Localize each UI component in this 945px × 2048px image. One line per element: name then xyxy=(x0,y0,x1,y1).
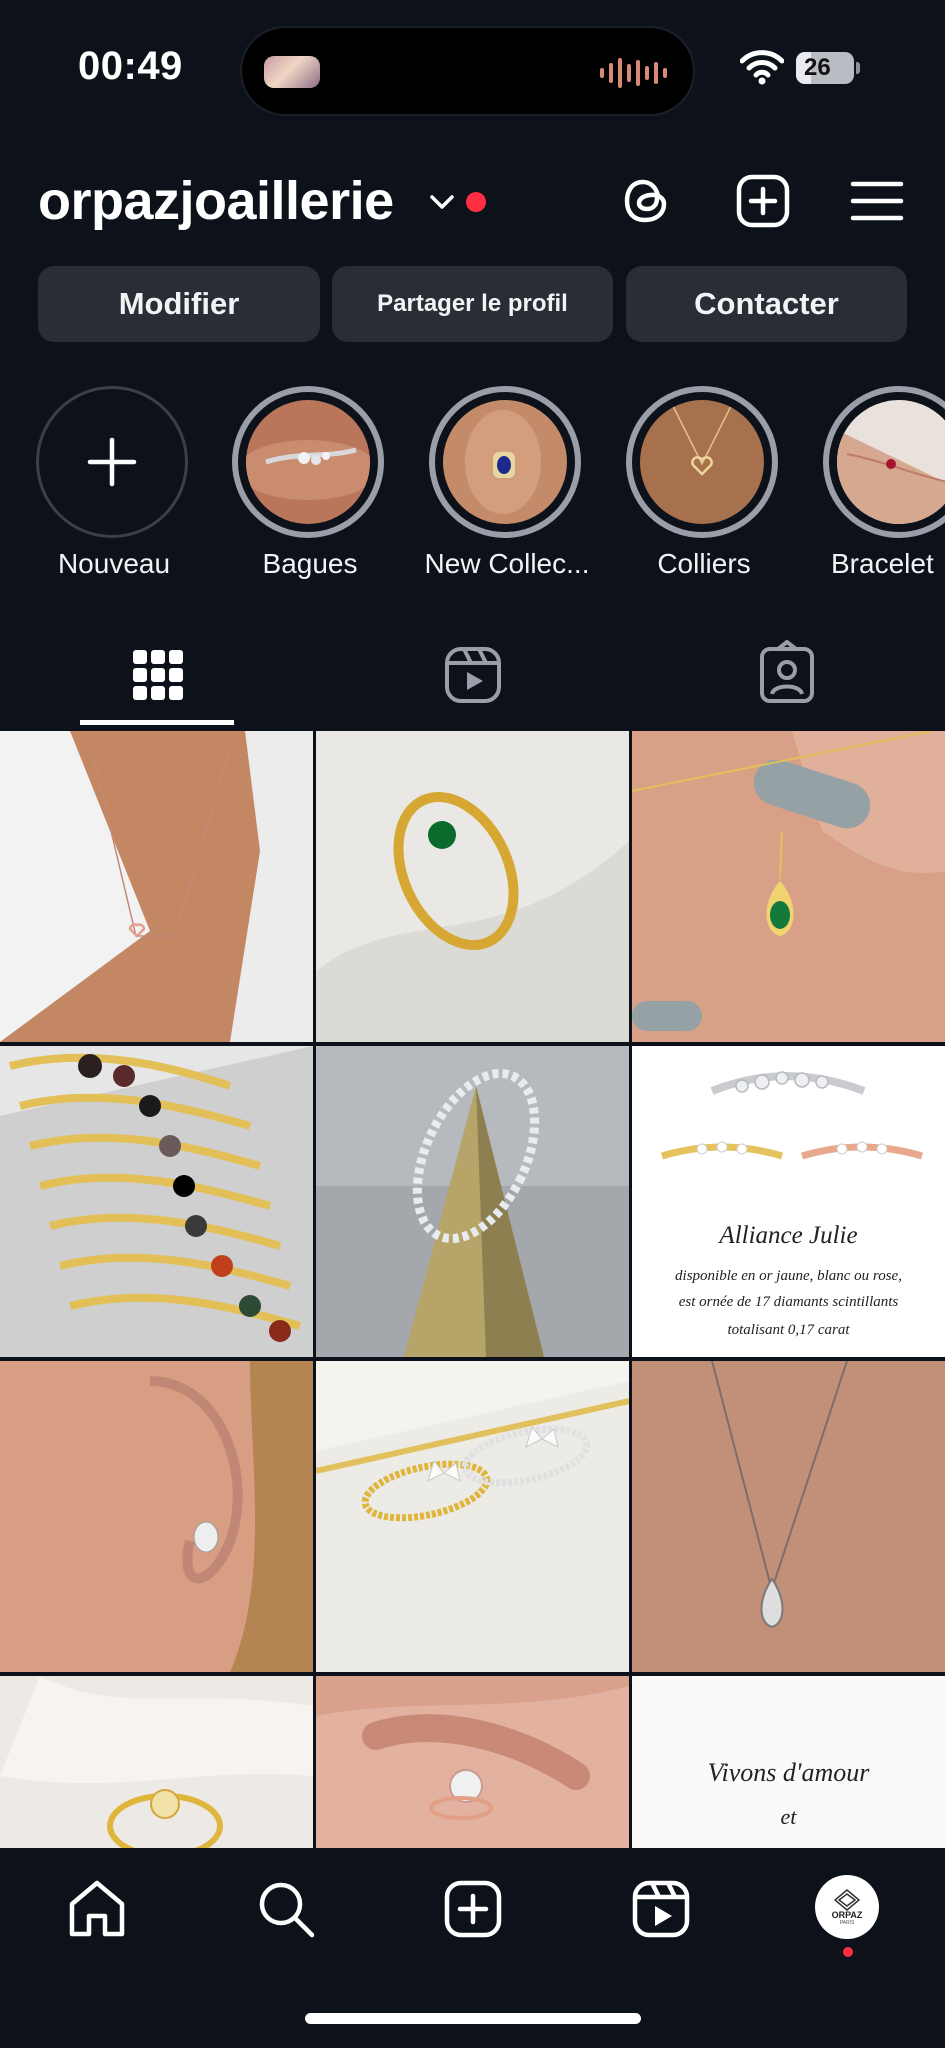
battery-percent: 26 xyxy=(804,54,831,81)
now-playing-artwork xyxy=(264,56,320,88)
highlight-label: Nouveau xyxy=(57,548,171,579)
post-caption-line: totalisant 0,17 carat xyxy=(727,1322,850,1338)
post-caption-line: Vivons d'amour xyxy=(707,1758,870,1787)
post-thumbnail[interactable] xyxy=(316,731,629,1042)
highlight-thumbnail xyxy=(246,400,370,524)
reels-icon[interactable] xyxy=(630,1878,692,1940)
plus-icon xyxy=(87,437,137,487)
avatar-logo-text: ORPAZ xyxy=(831,1909,863,1920)
post-caption-line: et xyxy=(780,1804,797,1829)
profile-avatar[interactable]: ORPAZ PARIS xyxy=(815,1875,879,1939)
post-thumbnail[interactable]: Alliance Julie disponible en or jaune, b… xyxy=(632,1046,945,1357)
post-thumbnail[interactable] xyxy=(0,731,313,1042)
post-thumbnail[interactable] xyxy=(316,1046,629,1357)
chevron-down-icon[interactable] xyxy=(428,190,456,214)
new-post-icon[interactable] xyxy=(442,1878,504,1940)
post-thumbnail[interactable] xyxy=(316,1361,629,1672)
wifi-icon xyxy=(740,50,784,85)
contact-button[interactable]: Contacter xyxy=(626,266,907,342)
search-icon[interactable] xyxy=(255,1878,317,1940)
highlight-label: Colliers xyxy=(657,548,751,579)
post-thumbnail[interactable] xyxy=(0,1046,313,1357)
highlight-thumbnail xyxy=(640,400,764,524)
battery-nub xyxy=(856,62,860,74)
reels-tab-icon[interactable] xyxy=(438,640,508,710)
status-time: 00:49 xyxy=(78,44,183,88)
grid-icon[interactable] xyxy=(123,640,193,710)
post-caption-line: disponible en or jaune, blanc ou rose, xyxy=(675,1268,902,1284)
post-caption-line: est ornée de 17 diamants scintillants xyxy=(678,1294,899,1310)
active-tab-indicator xyxy=(80,720,234,725)
post-caption-title: Alliance Julie xyxy=(719,1222,858,1249)
orpaz-logo-icon xyxy=(834,1888,860,1911)
highlight-label: Bracelet xyxy=(831,548,934,579)
create-post-icon[interactable] xyxy=(734,172,792,230)
profile-username[interactable]: orpazjoaillerie xyxy=(38,170,394,232)
share-profile-button[interactable]: Partager le profil xyxy=(332,266,613,342)
post-thumbnail[interactable]: Vivons d'amour et xyxy=(632,1676,945,1848)
post-thumbnail[interactable] xyxy=(0,1676,313,1848)
menu-icon[interactable] xyxy=(848,172,906,230)
tagged-tab-icon[interactable] xyxy=(752,640,822,710)
post-thumbnail[interactable] xyxy=(0,1361,313,1672)
post-thumbnail[interactable] xyxy=(316,1676,629,1848)
dynamic-island[interactable] xyxy=(240,26,695,116)
audio-waveform-icon xyxy=(600,56,667,90)
post-thumbnail[interactable] xyxy=(632,731,945,1042)
notification-dot xyxy=(466,192,486,212)
avatar-logo-subtext: PARIS xyxy=(839,1919,855,1926)
highlight-thumbnail xyxy=(443,400,567,524)
home-icon[interactable] xyxy=(66,1878,128,1940)
battery-indicator: 26 xyxy=(796,52,854,84)
home-indicator[interactable] xyxy=(305,2013,641,2024)
highlight-label: Bagues xyxy=(262,548,358,579)
post-thumbnail[interactable] xyxy=(632,1361,945,1672)
threads-icon[interactable] xyxy=(618,172,676,230)
profile-notification-dot xyxy=(843,1947,853,1957)
edit-profile-button[interactable]: Modifier xyxy=(38,266,320,342)
highlight-label: New Collec... xyxy=(424,548,590,579)
